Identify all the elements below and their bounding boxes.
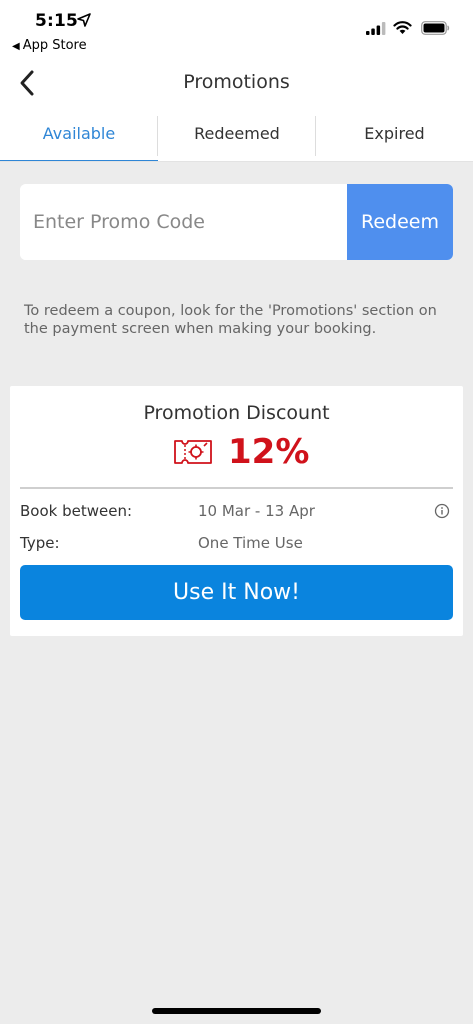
page-title: Promotions	[183, 71, 290, 93]
signal-icon	[366, 22, 386, 35]
promo-code-input[interactable]	[20, 184, 347, 260]
type-label: Type:	[20, 534, 60, 552]
card-divider	[20, 487, 453, 489]
status-time: 5:15	[35, 11, 79, 31]
tabs-divider	[0, 161, 473, 162]
redeem-button[interactable]: Redeem	[347, 184, 453, 260]
back-triangle-icon: ◀	[12, 41, 20, 52]
promotions-screen: 5:15 ◀ App Store Promotions Available Re…	[0, 0, 473, 1024]
discount-value: 12%	[228, 432, 310, 472]
tab-redeemed[interactable]: Redeemed	[158, 114, 316, 162]
tab-redeemed-label: Redeemed	[194, 124, 280, 143]
tab-expired-label: Expired	[364, 124, 425, 143]
info-icon[interactable]	[434, 503, 450, 519]
use-it-now-button[interactable]: Use It Now!	[20, 565, 453, 620]
home-indicator[interactable]	[152, 1008, 321, 1014]
discount-row: 12%	[10, 432, 463, 476]
coupon-icon	[174, 440, 212, 464]
tab-expired[interactable]: Expired	[316, 114, 473, 162]
header-area: 5:15 ◀ App Store Promotions Available Re…	[0, 0, 473, 162]
promotion-title: Promotion Discount	[143, 402, 330, 424]
tab-bar: Available Redeemed Expired	[0, 114, 473, 162]
location-arrow-icon	[77, 13, 91, 27]
promo-code-box: Redeem	[20, 184, 453, 260]
back-app-label: App Store	[22, 38, 87, 53]
tab-available-label: Available	[42, 124, 116, 143]
tab-available[interactable]: Available	[0, 114, 158, 162]
book-between-label: Book between:	[20, 502, 133, 520]
wifi-icon	[393, 21, 412, 34]
battery-icon	[421, 21, 450, 35]
redeem-instructions: To redeem a coupon, look for the 'Promot…	[24, 303, 437, 337]
type-value: One Time Use	[198, 534, 303, 552]
back-to-app-store[interactable]: ◀ App Store	[12, 38, 87, 53]
promotion-card: Promotion Discount 12% Book between: 10 …	[10, 386, 463, 636]
book-between-value: 10 Mar - 13 Apr	[198, 502, 315, 520]
